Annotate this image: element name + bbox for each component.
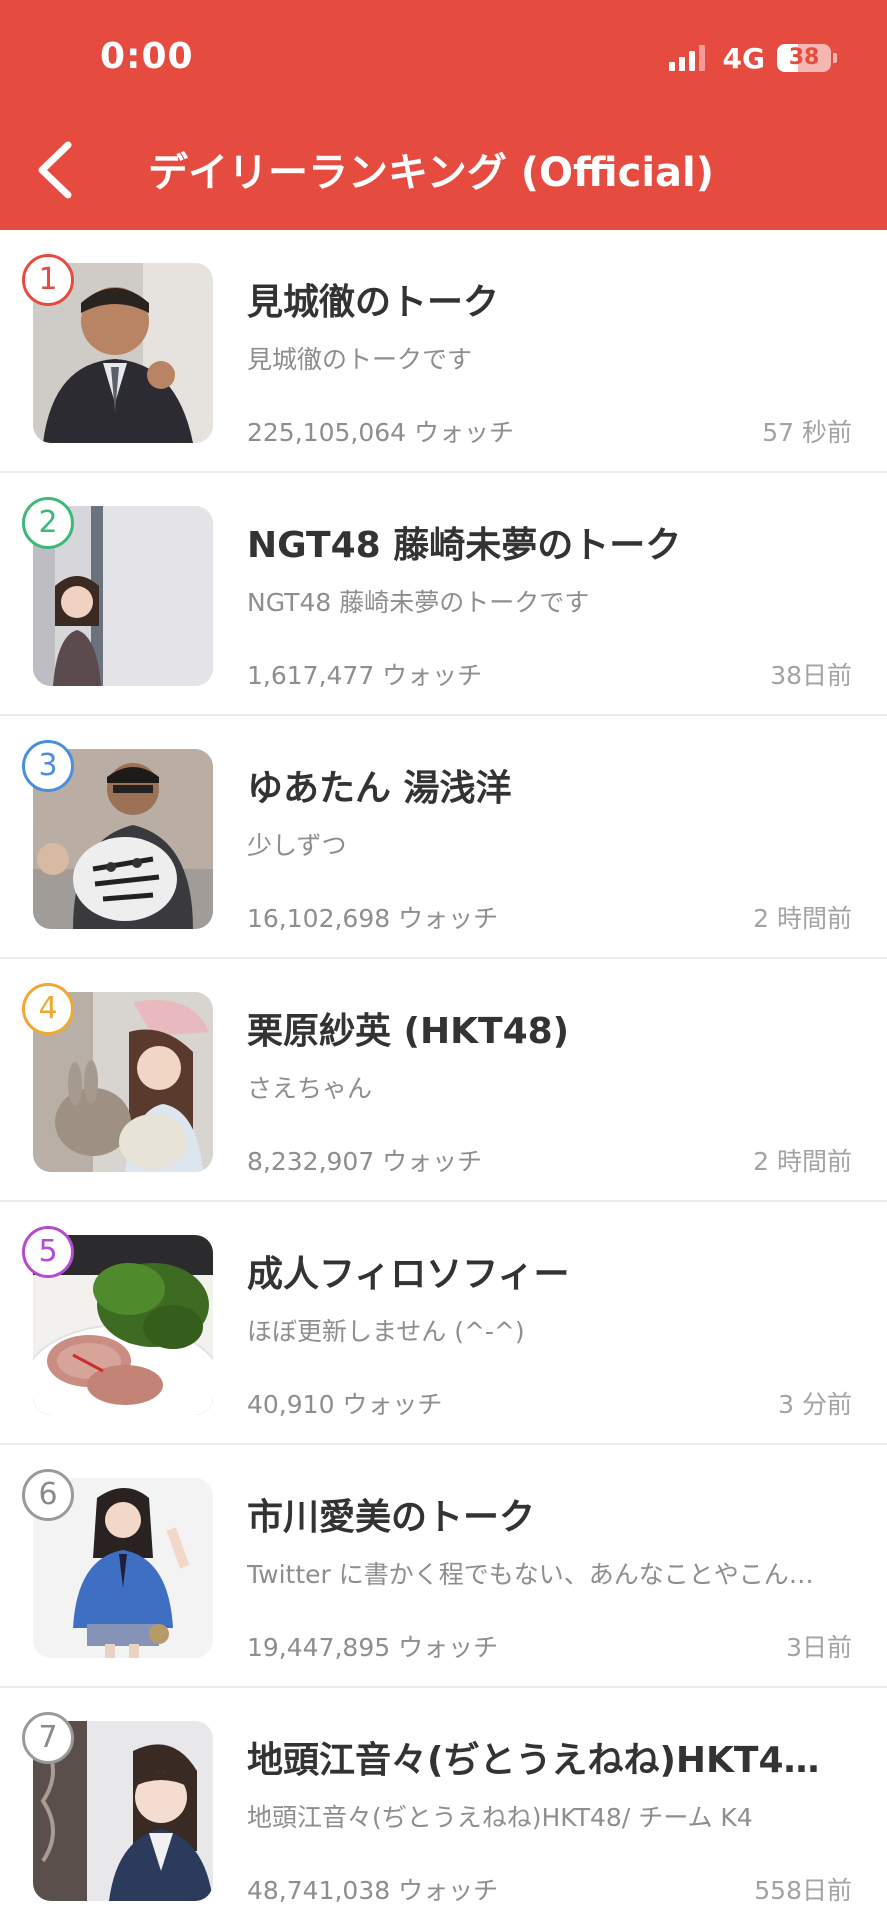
item-title: NGT48 藤崎未夢のトーク [247,525,682,566]
battery-level: 38 [788,45,820,70]
updated-time: 2 時間前 [753,904,852,933]
item-description: Twitter に書かく程でもない、あんなことやこん… [247,1560,814,1589]
ranking-item[interactable]: 5 成人フィロソフィー ほぼ更新しません (^-^) 40,910 ウォッチ 3… [0,1202,887,1445]
network-type: 4G [722,41,765,75]
battery-tip [833,53,837,63]
watch-count: 19,447,895 ウォッチ [247,1633,499,1662]
updated-time: 57 秒前 [762,418,852,447]
item-description: さえちゃん [247,1074,373,1103]
watch-count: 225,105,064 ウォッチ [247,418,514,447]
signal-icon [668,45,709,71]
watch-count: 1,617,477 ウォッチ [247,661,483,690]
battery-icon: 38 [777,44,831,72]
rank-badge: 3 [22,740,74,792]
updated-time: 3日前 [786,1633,852,1662]
app-root: 0:00 4G 38 デイリーランキング (Official) 1 見城徹のトー… [0,0,887,1920]
chevron-left-icon [38,141,72,199]
back-button[interactable] [28,135,88,205]
item-description: 地頭江音々(ぢとうえねね)HKT48/ チーム K4 [247,1803,753,1832]
item-title: 見城徹のトーク [247,282,500,323]
item-description: 少しずつ [247,831,347,860]
updated-time: 38日前 [770,661,852,690]
item-description: NGT48 藤崎未夢のトークです [247,588,590,617]
updated-time: 558日前 [754,1876,852,1905]
item-title: 地頭江音々(ぢとうえねね)HKT4… [247,1740,820,1781]
ranking-item[interactable]: 3 ゆあたん 湯浅洋 少しずつ 16,102,698 ウォッチ 2 時間前 [0,716,887,959]
ranking-item[interactable]: 1 見城徹のトーク 見城徹のトークです 225,105,064 ウォッチ 57 … [0,230,887,473]
item-title: 成人フィロソフィー [247,1254,570,1295]
status-time: 0:00 [100,36,194,77]
header: 0:00 4G 38 デイリーランキング (Official) [0,0,887,230]
rank-badge: 7 [22,1712,74,1764]
rank-badge: 1 [22,254,74,306]
watch-count: 40,910 ウォッチ [247,1390,443,1419]
ranking-item[interactable]: 2 NGT48 藤崎未夢のトーク NGT48 藤崎未夢のトークです 1,617,… [0,473,887,716]
item-description: 見城徹のトークです [247,345,473,374]
rank-badge: 4 [22,983,74,1035]
watch-count: 8,232,907 ウォッチ [247,1147,483,1176]
updated-time: 2 時間前 [753,1147,852,1176]
item-title: 市川愛美のトーク [247,1497,536,1538]
rank-badge: 2 [22,497,74,549]
page-title: デイリーランキング (Official) [148,150,715,196]
ranking-item[interactable]: 7 地頭江音々(ぢとうえねね)HKT4… 地頭江音々(ぢとうえねね)HKT48/… [0,1688,887,1920]
watch-count: 16,102,698 ウォッチ [247,904,499,933]
status-indicators: 4G 38 [668,40,837,76]
updated-time: 3 分前 [778,1390,852,1419]
ranking-item[interactable]: 6 市川愛美のトーク Twitter に書かく程でもない、あんなことやこん… 1… [0,1445,887,1688]
item-description: ほぼ更新しません (^-^) [247,1317,525,1346]
item-title: ゆあたん 湯浅洋 [247,768,512,809]
item-title: 栗原紗英 (HKT48) [247,1011,570,1052]
ranking-item[interactable]: 4 栗原紗英 (HKT48) さえちゃん 8,232,907 ウォッチ 2 時間… [0,959,887,1202]
rank-badge: 5 [22,1226,74,1278]
watch-count: 48,741,038 ウォッチ [247,1876,499,1905]
rank-badge: 6 [22,1469,74,1521]
